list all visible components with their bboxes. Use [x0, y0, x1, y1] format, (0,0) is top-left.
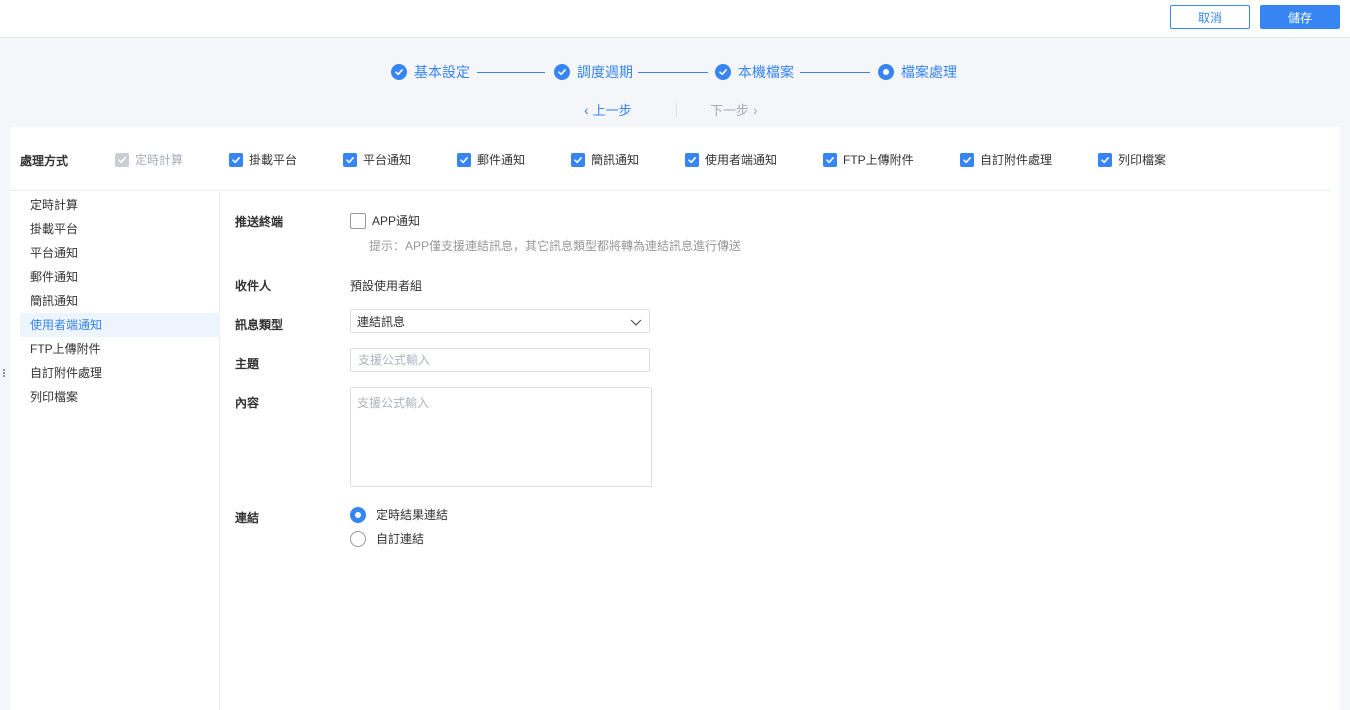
main-panel: 處理方式 定時計算 掛載平台 平台通知 郵件通知 簡訊通知 使用者端通知 FTP… [10, 127, 1340, 710]
content-textarea[interactable] [350, 387, 652, 487]
processing-methods: 處理方式 定時計算 掛載平台 平台通知 郵件通知 簡訊通知 使用者端通知 FTP… [10, 127, 1330, 191]
checkbox-checked-icon [115, 152, 129, 167]
save-button[interactable]: 儲存 [1260, 5, 1340, 29]
sidebar-item-client-notify[interactable]: 使用者端通知 [20, 313, 220, 337]
method-checkbox-sms-notify[interactable]: 簡訊通知 [571, 151, 639, 168]
message-type-label: 訊息類型 [235, 318, 284, 332]
next-step-button[interactable]: 下一步 › [710, 100, 762, 119]
checkbox-checked-icon [685, 152, 699, 167]
radio-checked-icon [350, 506, 366, 523]
sidebar-item-print-files[interactable]: 列印檔案 [20, 385, 220, 409]
push-terminal-hint: 提示：APP僅支援連結訊息，其它訊息類型都將轉為連結訊息進行傳送 [369, 239, 742, 253]
check-circle-icon [391, 64, 407, 80]
step-connector [800, 72, 870, 73]
checkbox-checked-icon [823, 152, 837, 167]
drag-handle-icon[interactable] [3, 368, 7, 380]
method-checkbox-mount-platform[interactable]: 掛載平台 [229, 151, 297, 168]
method-checkbox-scheduled-calc: 定時計算 [115, 151, 183, 168]
radio-unchecked-icon [350, 530, 366, 547]
step-label: 基本設定 [414, 64, 470, 80]
step-connector [477, 72, 545, 73]
method-checkbox-print-files[interactable]: 列印檔案 [1098, 151, 1166, 168]
subject-input[interactable] [350, 348, 650, 372]
sidebar-item-ftp-upload[interactable]: FTP上傳附件 [20, 337, 220, 361]
prev-step-button[interactable]: ‹ 上一步 [580, 100, 632, 119]
checkbox-checked-icon [343, 152, 357, 167]
chevron-right-icon: › [753, 101, 758, 118]
checkbox-unchecked-icon [350, 212, 366, 229]
content-label: 內容 [235, 396, 260, 410]
step-connector [638, 72, 708, 73]
checkbox-checked-icon [571, 152, 585, 167]
message-type-select[interactable]: 連結訊息 [350, 309, 650, 333]
step-label: 檔案處理 [901, 64, 957, 80]
method-checkbox-ftp-upload[interactable]: FTP上傳附件 [823, 151, 914, 168]
checkbox-checked-icon [1098, 152, 1112, 167]
top-toolbar: 取消 儲存 [0, 0, 1350, 38]
method-checkbox-platform-notify[interactable]: 平台通知 [343, 151, 411, 168]
pager-divider [676, 103, 677, 117]
sidebar-item-sms-notify[interactable]: 簡訊通知 [20, 289, 220, 313]
recipient-label: 收件人 [235, 279, 272, 293]
radio-scheduled-result-link[interactable]: 定時結果連結 [350, 506, 448, 523]
method-checkbox-custom-attachment[interactable]: 自訂附件處理 [960, 151, 1052, 168]
cancel-button[interactable]: 取消 [1170, 5, 1250, 29]
app-notify-checkbox[interactable]: APP通知 [350, 212, 420, 229]
step-pager: ‹ 上一步 下一步 › [0, 100, 1350, 120]
sidebar-item-platform-notify[interactable]: 平台通知 [20, 241, 220, 265]
radio-custom-link[interactable]: 自訂連結 [350, 530, 424, 547]
client-notify-form: 推送終端 APP通知 提示：APP僅支援連結訊息，其它訊息類型都將轉為連結訊息進… [235, 192, 1335, 710]
recipient-value: 預設使用者組 [350, 279, 423, 293]
checkbox-checked-icon [960, 152, 974, 167]
sidebar-item-email-notify[interactable]: 郵件通知 [20, 265, 220, 289]
step-label: 調度週期 [577, 64, 633, 80]
check-circle-icon [554, 64, 570, 80]
push-terminal-label: 推送終端 [235, 215, 284, 229]
link-label: 連結 [235, 511, 260, 525]
sidebar-item-custom-attachment[interactable]: 自訂附件處理 [20, 361, 220, 385]
checkbox-checked-icon [229, 152, 243, 167]
step-basic-settings[interactable]: 基本設定 [391, 62, 470, 82]
step-indicator: 基本設定 調度週期 本機檔案 檔案處理 [0, 62, 1350, 84]
current-step-icon [878, 64, 894, 80]
step-schedule[interactable]: 調度週期 [554, 62, 633, 82]
methods-label: 處理方式 [20, 154, 69, 168]
step-local-files[interactable]: 本機檔案 [715, 62, 794, 82]
subject-label: 主題 [235, 357, 260, 371]
sidebar-item-mount-platform[interactable]: 掛載平台 [20, 217, 220, 241]
method-checkbox-client-notify[interactable]: 使用者端通知 [685, 151, 777, 168]
step-file-processing[interactable]: 檔案處理 [878, 62, 957, 82]
chevron-left-icon: ‹ [584, 101, 589, 118]
method-sidebar: 定時計算 掛載平台 平台通知 郵件通知 簡訊通知 使用者端通知 FTP上傳附件 … [20, 192, 220, 710]
check-circle-icon [715, 64, 731, 80]
chevron-down-icon [629, 315, 643, 332]
step-label: 本機檔案 [738, 64, 794, 80]
method-checkbox-email-notify[interactable]: 郵件通知 [457, 151, 525, 168]
checkbox-checked-icon [457, 152, 471, 167]
sidebar-item-scheduled-calc[interactable]: 定時計算 [20, 193, 220, 217]
